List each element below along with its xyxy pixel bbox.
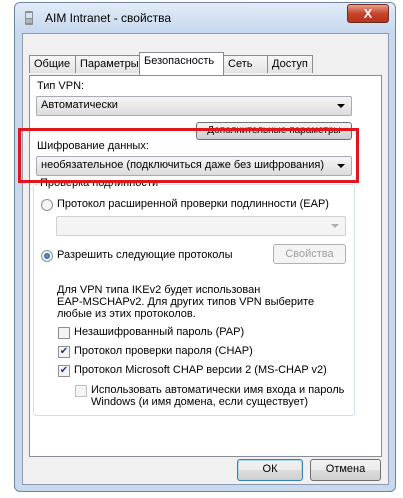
- properties-label: Свойства: [285, 248, 334, 260]
- auto-logon-label-1[interactable]: Использовать автоматически имя входа и п…: [91, 384, 344, 396]
- mschap-label[interactable]: Протокол Microsoft CHAP версии 2 (MS-CHA…: [74, 364, 327, 376]
- allow-protocols-radio[interactable]: [41, 250, 53, 262]
- vpn-type-value: Автоматически: [41, 99, 118, 111]
- advanced-settings-label: Дополнительные параметры: [207, 125, 341, 136]
- tab-label: Сеть: [228, 58, 253, 70]
- encryption-value: необязательное (подключиться даже без ши…: [41, 159, 325, 171]
- encryption-select[interactable]: необязательное (подключиться даже без ши…: [36, 156, 352, 176]
- checkmark-icon: ✔: [59, 365, 69, 376]
- pap-label[interactable]: Незашифрованный пароль (PAP): [74, 326, 244, 338]
- tab-general[interactable]: Общие: [29, 55, 76, 73]
- chap-label[interactable]: Протокол проверки пароля (CHAP): [74, 345, 253, 357]
- eap-radio-label[interactable]: Протокол расширенной проверки подлинност…: [57, 198, 329, 210]
- encryption-label: Шифрование данных:: [37, 140, 149, 152]
- eap-radio[interactable]: [41, 199, 53, 211]
- checkmark-icon: ✔: [59, 346, 69, 357]
- window-title: AIM Intranet - свойства: [45, 11, 172, 25]
- dialog-client: Общие Параметры Безопасность Сеть Доступ…: [22, 33, 389, 485]
- allow-protocols-label[interactable]: Разрешить следующие протоколы: [57, 249, 233, 261]
- tab-parameters[interactable]: Параметры: [75, 55, 140, 73]
- auto-logon-label-2[interactable]: Windows (и имя домена, если существует): [91, 396, 308, 408]
- chap-checkbox[interactable]: ✔: [58, 346, 70, 358]
- vpn-type-label: Тип VPN:: [37, 80, 85, 92]
- vpn-type-select[interactable]: Автоматически: [36, 96, 352, 116]
- cancel-button[interactable]: Отмена: [310, 459, 381, 481]
- title-bar[interactable]: AIM Intranet - свойства X: [15, 3, 395, 33]
- info-line-3: любые из этих протоколов.: [57, 308, 196, 320]
- ok-label: ОК: [262, 463, 278, 475]
- info-line-1: Для VPN типа IKEv2 будет использован: [57, 284, 261, 296]
- chevron-down-icon: [331, 224, 339, 228]
- close-button[interactable]: X: [347, 4, 389, 23]
- chevron-down-icon: [337, 104, 345, 108]
- eap-method-select[interactable]: [56, 216, 346, 236]
- security-panel: Тип VPN: Автоматически Дополнительные па…: [29, 75, 382, 457]
- tab-network[interactable]: Сеть: [223, 55, 268, 73]
- phone-connection-icon: [25, 11, 33, 25]
- info-line-2: EAP-MSCHAPv2. Для других типов VPN выбер…: [57, 296, 315, 308]
- tab-label: Параметры: [80, 58, 139, 70]
- advanced-settings-button[interactable]: Дополнительные параметры: [196, 122, 352, 140]
- mschap-checkbox[interactable]: ✔: [58, 365, 70, 377]
- ok-button[interactable]: ОК: [237, 459, 303, 481]
- tab-label: Общие: [34, 58, 71, 70]
- tab-label: Безопасность: [144, 55, 215, 67]
- dialog-window: AIM Intranet - свойства X Общие Параметр…: [14, 2, 396, 492]
- close-icon: X: [363, 6, 373, 21]
- auto-logon-checkbox[interactable]: [75, 385, 87, 397]
- properties-button[interactable]: Свойства: [273, 244, 346, 264]
- chevron-down-icon: [337, 164, 345, 168]
- tab-access[interactable]: Доступ: [267, 55, 313, 73]
- pap-checkbox[interactable]: [58, 327, 70, 339]
- tab-security[interactable]: Безопасность: [139, 52, 224, 75]
- auth-group-label: Проверка подлинности: [38, 177, 161, 189]
- cancel-label: Отмена: [325, 463, 366, 475]
- tab-label: Доступ: [272, 58, 308, 70]
